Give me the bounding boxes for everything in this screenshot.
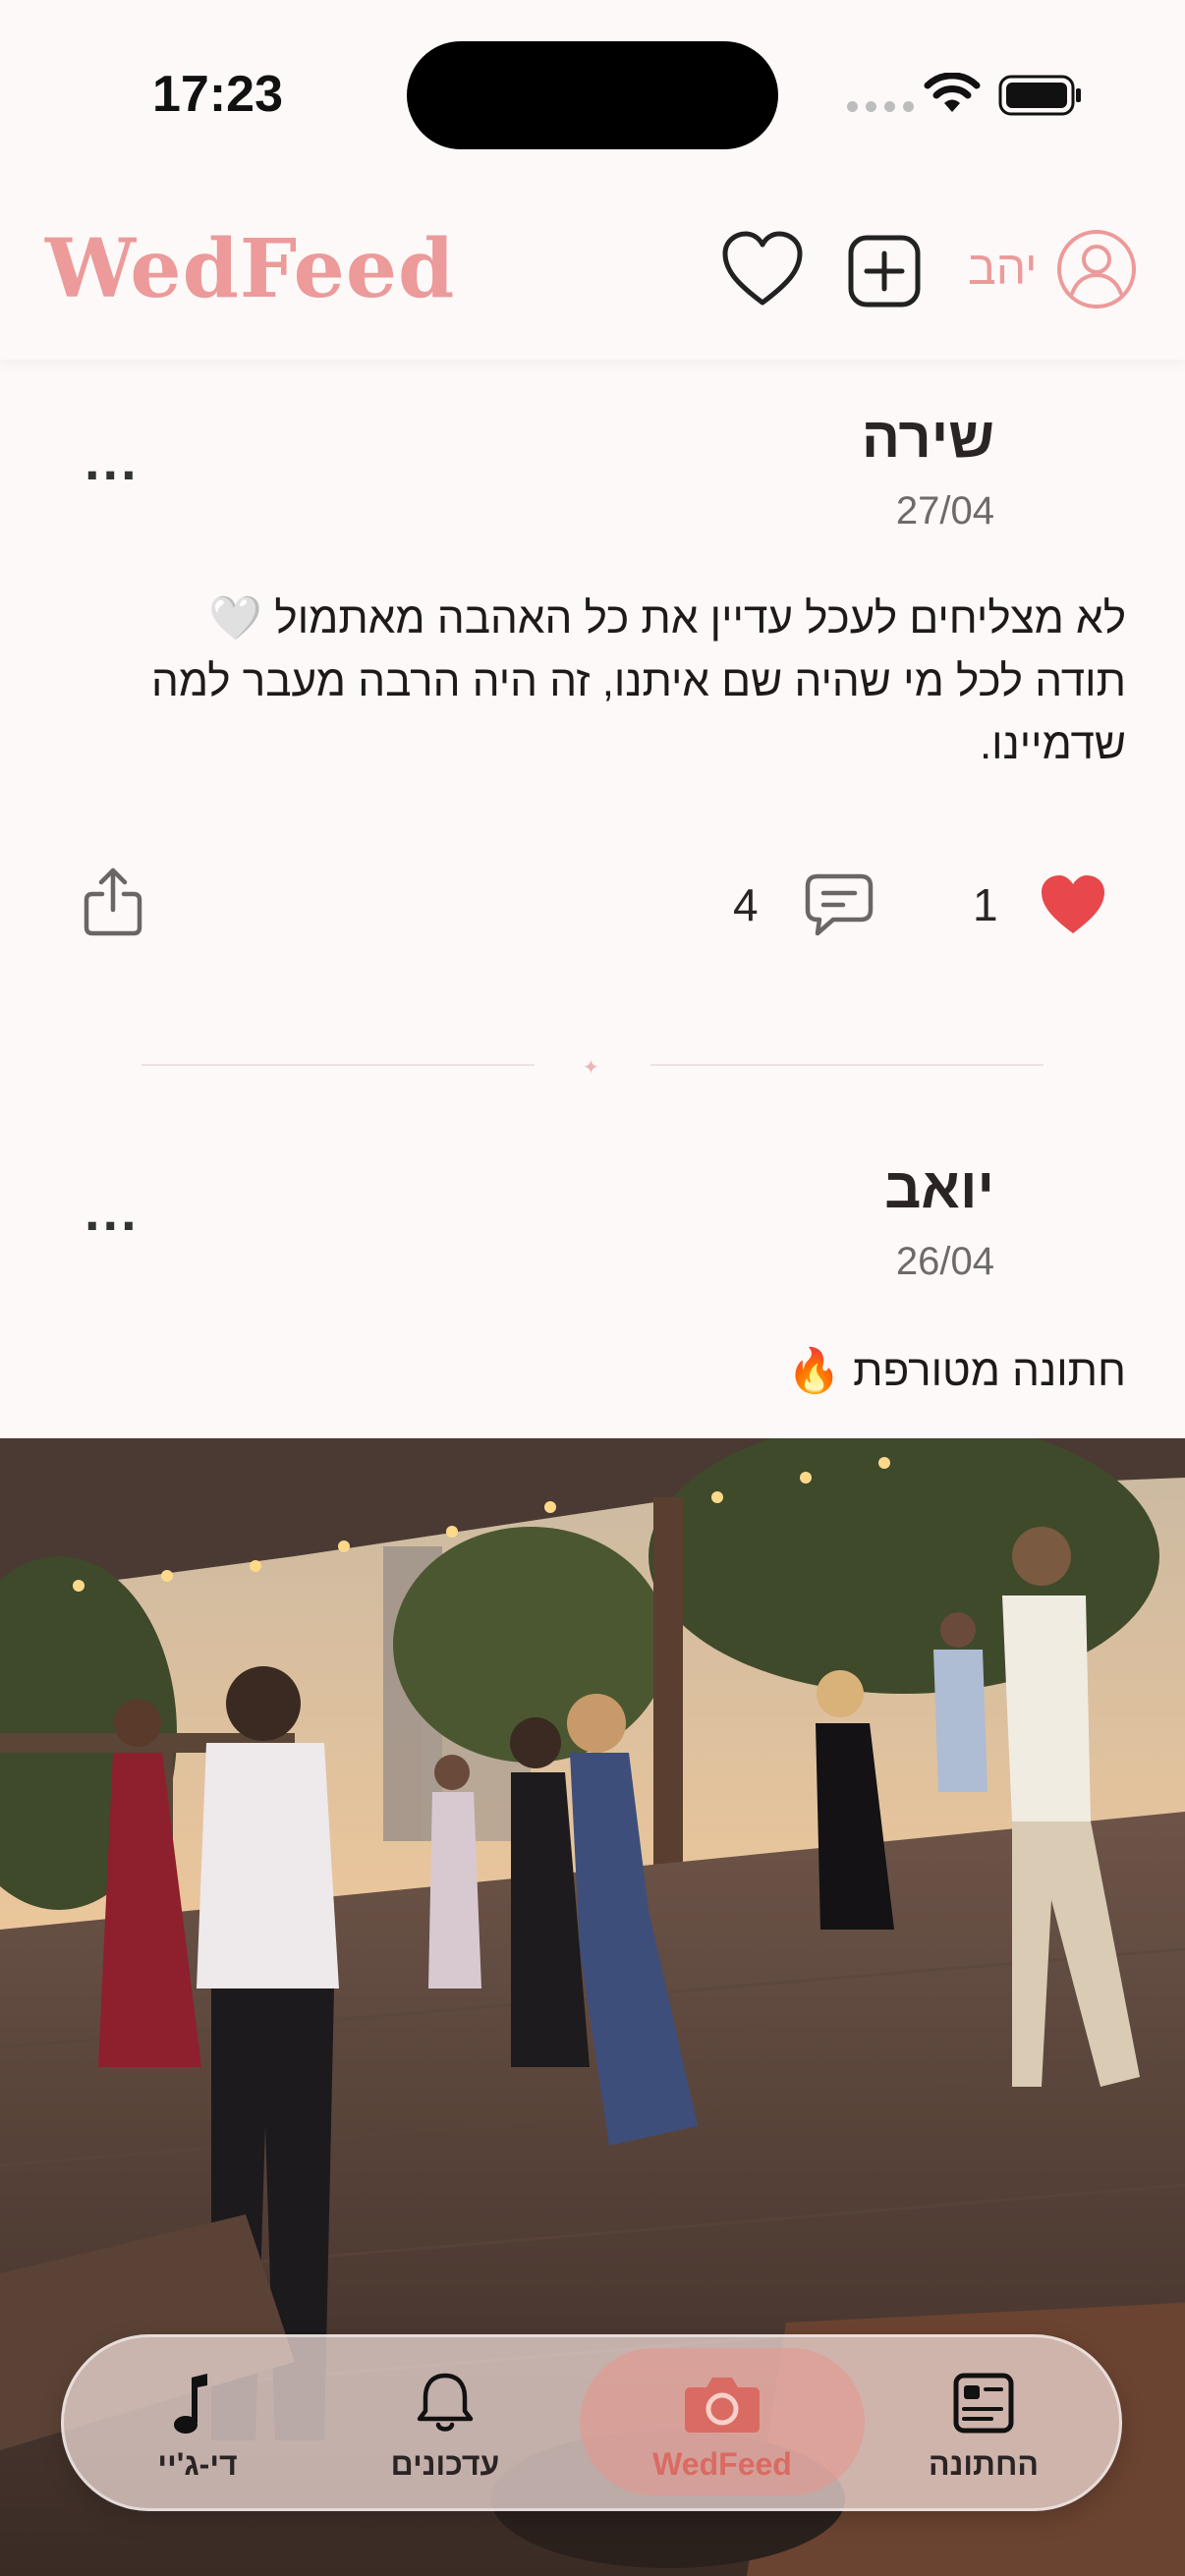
music-note-icon bbox=[174, 2374, 207, 2434]
camera-icon bbox=[685, 2378, 760, 2433]
tab-label: עדכונים bbox=[390, 2446, 500, 2482]
tab-music[interactable]: די-ג'יי bbox=[75, 2348, 320, 2495]
post-author[interactable]: יואב bbox=[884, 1155, 994, 1221]
tab-bar: די-ג'יי עדכונים WedFeed החתונה bbox=[61, 2334, 1122, 2511]
more-options-button[interactable]: ... bbox=[85, 1179, 140, 1243]
id-card-icon bbox=[953, 2373, 1014, 2434]
post-date: 26/04 bbox=[895, 1240, 994, 1283]
tab-label: החתונה bbox=[928, 2446, 1040, 2482]
tab-wedfeed[interactable]: WedFeed bbox=[580, 2348, 865, 2495]
tab-label: WedFeed bbox=[652, 2446, 792, 2482]
post-text: חתונה מטורפת 🔥 bbox=[787, 1347, 1126, 1395]
tab-updates[interactable]: עדכונים bbox=[322, 2348, 568, 2495]
tab-wedding[interactable]: החתונה bbox=[861, 2348, 1106, 2495]
bell-icon bbox=[417, 2373, 474, 2432]
tab-label: די-ג'יי bbox=[157, 2446, 238, 2482]
